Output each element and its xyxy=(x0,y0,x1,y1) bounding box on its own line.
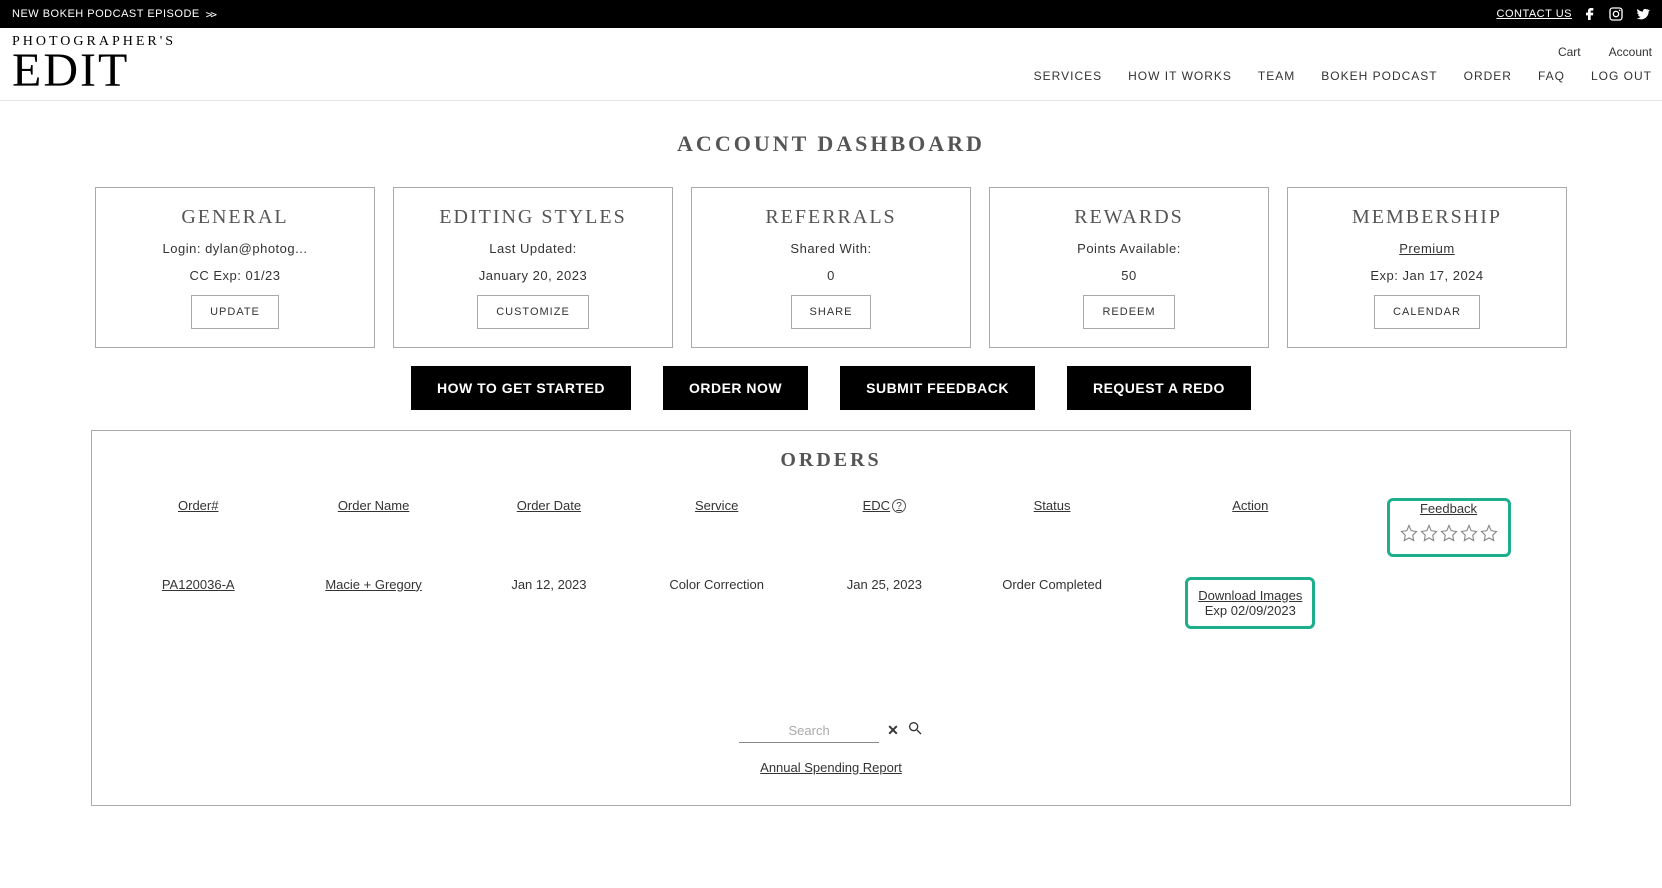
cart-link[interactable]: Cart xyxy=(1558,45,1581,59)
calendar-button[interactable]: CALENDAR xyxy=(1374,295,1480,329)
orders-section: ORDERS Order# Order Name Order Date Serv… xyxy=(91,430,1571,806)
order-name-link[interactable]: Macie + Gregory xyxy=(274,577,472,592)
dashboard-cards: GENERAL Login: dylan@photog... CC Exp: 0… xyxy=(91,187,1571,348)
header: PHOTOGRAPHER'S EDIT Cart Account SERVICE… xyxy=(0,28,1662,101)
star-icon[interactable] xyxy=(1420,524,1438,542)
nav-how-it-works[interactable]: HOW IT WORKS xyxy=(1128,69,1232,83)
header-edc-text: EDC xyxy=(863,498,890,513)
card-membership: MEMBERSHIP Premium Exp: Jan 17, 2024 CAL… xyxy=(1287,187,1567,348)
submit-feedback-button[interactable]: SUBMIT FEEDBACK xyxy=(840,366,1035,410)
nav-logout[interactable]: LOG OUT xyxy=(1591,69,1652,83)
header-edc[interactable]: EDC? xyxy=(808,498,960,514)
card-last-updated-value: January 20, 2023 xyxy=(479,268,587,283)
card-shared-label: Shared With: xyxy=(790,241,871,256)
card-login: Login: dylan@photog... xyxy=(163,241,308,256)
card-editing-styles: EDITING STYLES Last Updated: January 20,… xyxy=(393,187,673,348)
order-action-cell: Download Images Exp 02/09/2023 xyxy=(1144,577,1357,629)
redeem-button[interactable]: REDEEM xyxy=(1083,295,1174,329)
card-title: MEMBERSHIP xyxy=(1352,206,1502,229)
logo-bottom: EDIT xyxy=(12,49,176,92)
action-buttons: HOW TO GET STARTED ORDER NOW SUBMIT FEED… xyxy=(91,366,1571,410)
star-icon[interactable] xyxy=(1440,524,1458,542)
card-points-value: 50 xyxy=(1121,268,1136,283)
orders-header-row: Order# Order Name Order Date Service EDC… xyxy=(122,498,1540,557)
header-status[interactable]: Status xyxy=(961,498,1144,513)
nav-faq[interactable]: FAQ xyxy=(1538,69,1565,83)
header-feedback-cell: Feedback xyxy=(1357,498,1540,557)
order-number-link[interactable]: PA120036-A xyxy=(122,577,274,592)
order-row: PA120036-A Macie + Gregory Jan 12, 2023 … xyxy=(122,577,1540,629)
account-link[interactable]: Account xyxy=(1609,45,1652,59)
header-action[interactable]: Action xyxy=(1144,498,1357,513)
card-general: GENERAL Login: dylan@photog... CC Exp: 0… xyxy=(95,187,375,348)
card-title: EDITING STYLES xyxy=(439,206,626,229)
order-status: Order Completed xyxy=(961,577,1144,592)
download-exp: Exp 02/09/2023 xyxy=(1198,603,1302,618)
orders-title: ORDERS xyxy=(122,449,1540,472)
help-icon[interactable]: ? xyxy=(892,499,906,513)
header-order-name[interactable]: Order Name xyxy=(274,498,472,513)
request-redo-button[interactable]: REQUEST A REDO xyxy=(1067,366,1251,410)
order-edc: Jan 25, 2023 xyxy=(808,577,960,592)
contact-link[interactable]: CONTACT US xyxy=(1497,8,1573,20)
update-button[interactable]: UPDATE xyxy=(191,295,279,329)
how-to-get-started-button[interactable]: HOW TO GET STARTED xyxy=(411,366,631,410)
card-points-label: Points Available: xyxy=(1077,241,1181,256)
order-now-button[interactable]: ORDER NOW xyxy=(663,366,808,410)
card-referrals: REFERRALS Shared With: 0 SHARE xyxy=(691,187,971,348)
facebook-icon[interactable] xyxy=(1582,6,1598,22)
card-cc-exp: CC Exp: 01/23 xyxy=(189,268,280,283)
action-highlight: Download Images Exp 02/09/2023 xyxy=(1185,577,1315,629)
star-icon[interactable] xyxy=(1400,524,1418,542)
header-order-date[interactable]: Order Date xyxy=(473,498,625,513)
twitter-icon[interactable] xyxy=(1634,6,1650,22)
star-icon[interactable] xyxy=(1480,524,1498,542)
promo-link[interactable]: NEW BOKEH PODCAST EPISODE >> xyxy=(12,8,215,21)
search-icon[interactable] xyxy=(907,720,923,741)
download-images-link[interactable]: Download Images xyxy=(1198,588,1302,603)
card-title: REFERRALS xyxy=(765,206,896,229)
nav-order[interactable]: ORDER xyxy=(1464,69,1512,83)
nav-services[interactable]: SERVICES xyxy=(1034,69,1102,83)
chevron-right-icon: >> xyxy=(206,8,215,21)
header-order-number[interactable]: Order# xyxy=(122,498,274,513)
card-rewards: REWARDS Points Available: 50 REDEEM xyxy=(989,187,1269,348)
promo-text: NEW BOKEH PODCAST EPISODE xyxy=(12,8,200,20)
card-membership-tier[interactable]: Premium xyxy=(1399,241,1455,256)
header-feedback[interactable]: Feedback xyxy=(1420,501,1477,516)
search-wrap: ✕ xyxy=(739,719,923,743)
feedback-highlight: Feedback xyxy=(1387,498,1511,557)
instagram-icon[interactable] xyxy=(1608,6,1624,22)
main-nav: SERVICES HOW IT WORKS TEAM BOKEH PODCAST… xyxy=(1034,69,1652,83)
annual-spending-report-link[interactable]: Annual Spending Report xyxy=(760,760,902,775)
order-date: Jan 12, 2023 xyxy=(473,577,625,592)
card-title: GENERAL xyxy=(181,206,288,229)
card-last-updated-label: Last Updated: xyxy=(489,241,576,256)
clear-icon[interactable]: ✕ xyxy=(887,722,899,739)
card-shared-value: 0 xyxy=(827,268,835,283)
card-membership-exp: Exp: Jan 17, 2024 xyxy=(1370,268,1483,283)
top-bar: NEW BOKEH PODCAST EPISODE >> CONTACT US xyxy=(0,0,1662,28)
card-title: REWARDS xyxy=(1074,206,1184,229)
star-icon[interactable] xyxy=(1460,524,1478,542)
nav-team[interactable]: TEAM xyxy=(1258,69,1295,83)
star-rating[interactable] xyxy=(1400,524,1498,542)
page-title: ACCOUNT DASHBOARD xyxy=(91,131,1571,157)
order-service: Color Correction xyxy=(625,577,808,592)
nav-bokeh-podcast[interactable]: BOKEH PODCAST xyxy=(1321,69,1437,83)
search-input[interactable] xyxy=(739,719,879,743)
logo[interactable]: PHOTOGRAPHER'S EDIT xyxy=(12,36,176,92)
header-service[interactable]: Service xyxy=(625,498,808,513)
customize-button[interactable]: CUSTOMIZE xyxy=(477,295,589,329)
share-button[interactable]: SHARE xyxy=(791,295,872,329)
